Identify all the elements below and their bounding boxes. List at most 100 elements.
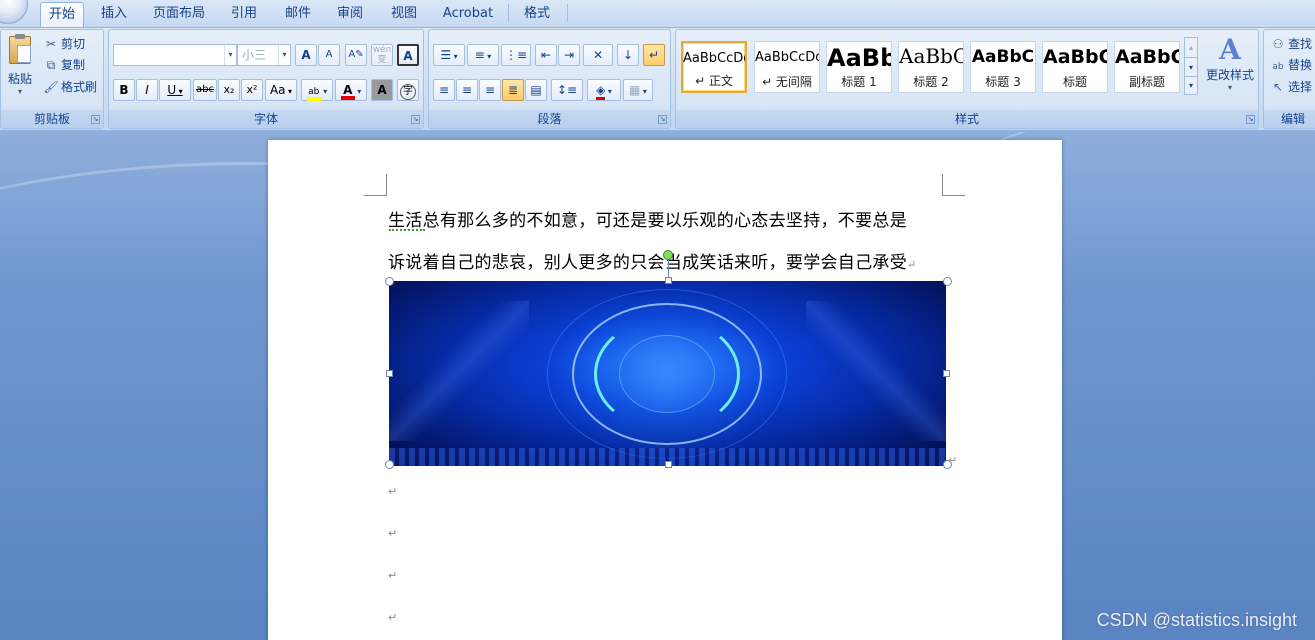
superscript-button[interactable]: x² — [241, 79, 263, 101]
change-case-button[interactable]: Aa ▾ — [265, 79, 297, 101]
tab-mailings[interactable]: 邮件 — [276, 2, 320, 27]
style-normal[interactable]: AaBbCcDd ↵ 正文 — [681, 41, 747, 93]
empty-paragraph-mark[interactable]: ↵ — [388, 569, 397, 582]
underline-icon: U — [167, 83, 177, 97]
empty-paragraph-mark[interactable]: ↵ — [388, 611, 397, 624]
style-subtitle[interactable]: AaBbC 副标题 — [1114, 41, 1180, 93]
text-line-2-content: 诉说着自己的悲哀，别人更多的只会当成笑话来听，要学会自己承受 — [388, 253, 907, 273]
distributed-button[interactable]: ▤ — [525, 79, 547, 101]
tab-acrobat[interactable]: Acrobat — [436, 2, 500, 27]
document-page[interactable]: 生活总有那么多的不如意，可还是要以乐观的心态去坚持，不要总是 诉说着自己的悲哀，… — [268, 140, 1062, 640]
numbering-button[interactable]: ≡ ▾ — [467, 44, 499, 66]
text-line-2[interactable]: 诉说着自己的悲哀，别人更多的只会当成笑话来听，要学会自己承受↵ — [388, 248, 917, 273]
style-heading-2[interactable]: AaBbC 标题 2 — [898, 41, 964, 93]
justify-icon: ≣ — [507, 83, 519, 97]
tab-separator — [508, 4, 509, 22]
resize-handle-top-left[interactable] — [385, 277, 394, 286]
resize-handle-right[interactable] — [943, 370, 950, 377]
scissors-icon: ✂ — [45, 37, 57, 51]
enclose-char-button[interactable]: 字 — [397, 79, 419, 101]
paste-button[interactable]: 粘贴 ▾ — [5, 34, 35, 104]
tab-page-layout[interactable]: 页面布局 — [146, 2, 212, 27]
empty-paragraph-mark[interactable]: ↵ — [388, 527, 397, 540]
highlight-button[interactable]: ab ▾ — [301, 79, 333, 101]
font-name-combo[interactable]: ▾ — [113, 44, 237, 66]
justify-button[interactable]: ≣ — [502, 79, 524, 101]
line-spacing-button[interactable]: ↕≡ — [551, 79, 583, 101]
find-button[interactable]: ⚇ 查找 — [1270, 34, 1312, 54]
grow-font-button[interactable]: A — [295, 44, 317, 66]
paint-bucket-icon: ◈ — [596, 83, 606, 100]
resize-handle-bottom-left[interactable] — [385, 460, 394, 469]
tab-home[interactable]: 开始 — [40, 2, 84, 27]
underline-button[interactable]: U ▾ — [159, 79, 191, 101]
right-decoration — [806, 301, 946, 441]
italic-button[interactable]: I — [136, 79, 158, 101]
copy-button[interactable]: ⧉ 复制 — [43, 55, 85, 75]
rotate-handle[interactable] — [663, 250, 673, 260]
style-heading-1[interactable]: AaBb 标题 1 — [826, 41, 892, 93]
strikethrough-button[interactable]: abc — [193, 79, 217, 101]
align-left-button[interactable]: ≡ — [433, 79, 455, 101]
clear-format-button[interactable]: A✎ — [345, 44, 367, 66]
chinese-layout-button[interactable]: ✕ — [583, 44, 613, 66]
format-painter-button[interactable]: 🖌 格式刷 — [43, 77, 97, 97]
resize-handle-left[interactable] — [386, 370, 393, 377]
style-no-spacing[interactable]: AaBbCcDd ↵ 无间隔 — [754, 41, 820, 93]
scroll-up-icon[interactable]: ▴ — [1185, 38, 1197, 57]
more-styles-icon[interactable]: ▾ — [1185, 76, 1197, 94]
tab-view[interactable]: 视图 — [382, 2, 426, 27]
dialog-launcher-icon[interactable]: ↘ — [411, 115, 420, 124]
dialog-launcher-icon[interactable]: ↘ — [91, 115, 100, 124]
decrease-indent-button[interactable]: ⇤ — [535, 44, 557, 66]
tab-references[interactable]: 引用 — [222, 2, 266, 27]
select-button[interactable]: ↖ 选择 — [1270, 77, 1312, 97]
copy-label: 复制 — [61, 58, 86, 72]
resize-handle-bottom[interactable] — [665, 461, 672, 468]
dialog-launcher-icon[interactable]: ↘ — [1246, 115, 1255, 124]
resize-handle-top-right[interactable] — [943, 277, 952, 286]
style-sample: AaBbC — [1043, 46, 1107, 68]
multilevel-list-button[interactable]: ⋮≡ — [501, 44, 531, 66]
phonetic-guide-button[interactable]: wén 变 — [371, 44, 393, 66]
cursor-icon: ↖ — [1272, 80, 1284, 94]
selected-picture[interactable] — [389, 281, 946, 466]
bold-button[interactable]: B — [113, 79, 135, 101]
align-right-button[interactable]: ≡ — [479, 79, 501, 101]
increase-indent-button[interactable]: ⇥ — [558, 44, 580, 66]
align-center-button[interactable]: ≡ — [456, 79, 478, 101]
style-heading-3[interactable]: AaBbC 标题 3 — [970, 41, 1036, 93]
change-styles-button[interactable]: A 更改样式 ▾ — [1202, 34, 1258, 106]
office-button[interactable] — [0, 0, 28, 24]
replace-icon: ab — [1272, 62, 1284, 72]
char-border-button[interactable]: A — [397, 44, 419, 66]
resize-handle-top[interactable] — [665, 277, 672, 284]
cut-button[interactable]: ✂ 剪切 — [43, 34, 85, 54]
scroll-down-icon[interactable]: ▾ — [1185, 57, 1197, 76]
group-label-editing: 编辑 — [1264, 110, 1315, 128]
borders-button[interactable]: ▦ ▾ — [623, 79, 653, 101]
char-shading-button[interactable]: A — [371, 79, 393, 101]
tab-format[interactable]: 格式 — [515, 2, 559, 27]
chevron-down-icon[interactable]: ▾ — [224, 45, 236, 65]
text-line-1[interactable]: 生活总有那么多的不如意，可还是要以乐观的心态去坚持，不要总是 — [388, 206, 907, 231]
replace-button[interactable]: ab 替换 — [1270, 55, 1312, 75]
chevron-down-icon[interactable]: ▾ — [278, 45, 290, 65]
subscript-button[interactable]: x₂ — [218, 79, 240, 101]
clear-format-icon: A✎ — [348, 49, 364, 60]
chevron-down-icon: ▾ — [17, 87, 22, 96]
empty-paragraph-mark[interactable]: ↵ — [388, 485, 397, 498]
shrink-font-button[interactable]: A — [318, 44, 340, 66]
bullets-button[interactable]: ☰ ▾ — [433, 44, 465, 66]
tab-insert[interactable]: 插入 — [92, 2, 136, 27]
tab-review[interactable]: 审阅 — [328, 2, 372, 27]
shading-button[interactable]: ◈ ▾ — [587, 79, 621, 101]
style-title[interactable]: AaBbC 标题 — [1042, 41, 1108, 93]
style-gallery-scroll[interactable]: ▴ ▾ ▾ — [1184, 37, 1198, 95]
show-marks-button[interactable]: ↵ — [643, 44, 665, 66]
font-size-combo[interactable]: 小三 ▾ — [237, 44, 291, 66]
sort-button[interactable]: ↓ — [617, 44, 639, 66]
font-color-button[interactable]: A ▾ — [335, 79, 367, 101]
document-area[interactable]: 生活总有那么多的不如意，可还是要以乐观的心态去坚持，不要总是 诉说着自己的悲哀，… — [0, 132, 1315, 640]
dialog-launcher-icon[interactable]: ↘ — [658, 115, 667, 124]
